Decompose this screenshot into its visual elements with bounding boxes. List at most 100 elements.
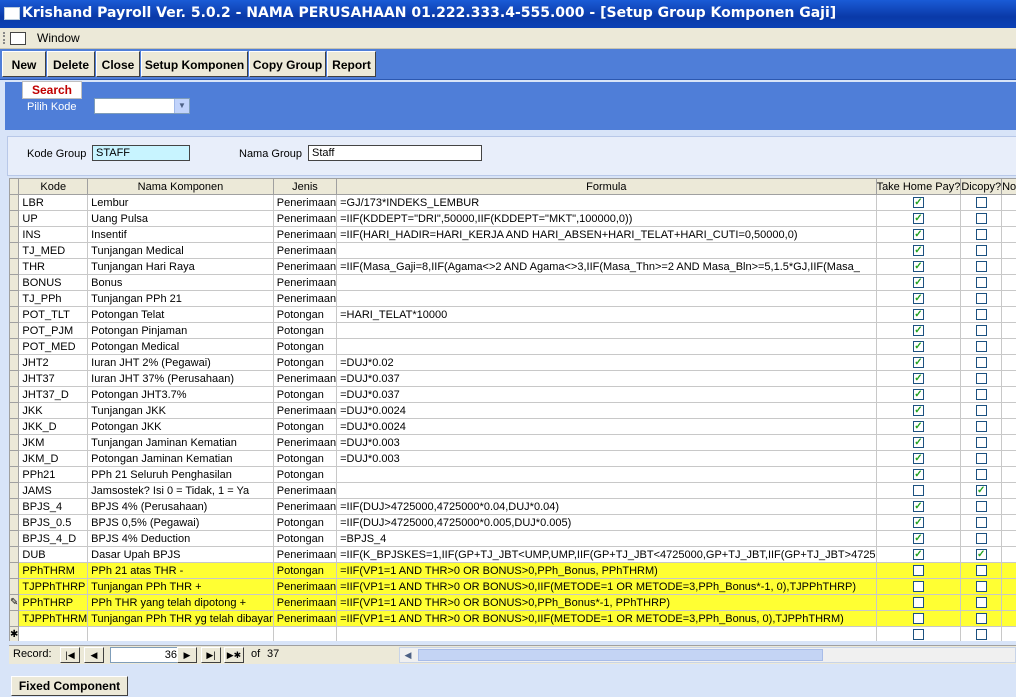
table-row[interactable]: UP Uang Pulsa Penerimaan =IIF(KDDEPT="DRI",… [9,210,1016,227]
cell-no-urut[interactable]: 180 [1001,290,1016,307]
cell-no-urut[interactable]: 290 [1001,466,1016,483]
cell-no-urut[interactable]: 210 [1001,338,1016,355]
table-row[interactable]: TJ_PPhTunjangan PPh 21Penerimaan ✓ 180 [9,290,1016,307]
row-selector-header[interactable] [9,178,20,195]
cell-formula[interactable]: =DUJ*0.0024 [336,418,877,435]
cell-no-urut[interactable]: 360 [1001,546,1016,563]
cell-no-urut[interactable]: 400 [1001,610,1016,627]
row-selector[interactable] [9,290,20,307]
cell-kode[interactable]: PPhTHRP [18,594,89,611]
dicopy-checkbox[interactable] [975,501,987,513]
cell-no-urut[interactable]: 380 [1001,578,1016,595]
dicopy-checkbox[interactable] [975,469,987,481]
dicopy-checkbox[interactable] [975,453,987,465]
cell-nama-komponen[interactable]: Potongan JHT3.7% [87,386,274,403]
cell-formula[interactable] [336,466,877,483]
scroll-thumb[interactable] [418,649,823,661]
cell-jenis[interactable]: Penerimaan [272,546,338,563]
table-row[interactable]: JHT2 Iuran JHT 2% (Pegawai) Potongan =DUJ*0… [9,354,1016,371]
cell-formula[interactable] [336,242,877,259]
last-record-icon[interactable]: ▶| [201,647,221,663]
cell-kode[interactable]: JKK [18,402,89,419]
cell-no-urut[interactable]: 230 [1001,370,1016,387]
cell-nama-komponen[interactable]: Tunjangan PPh THR yg telah dibayar [87,610,274,627]
cell-nama-komponen[interactable]: BPJS 4% (Perusahaan) [87,498,274,515]
cell-kode[interactable]: JKK_D [18,418,89,435]
take-home-pay-checkbox[interactable]: ✓ [912,197,924,209]
take-home-pay-checkbox[interactable] [912,613,924,625]
cell-jenis[interactable]: Potongan [272,338,338,355]
dicopy-checkbox[interactable] [975,421,987,433]
take-home-pay-checkbox[interactable]: ✓ [912,469,924,481]
take-home-pay-checkbox[interactable]: ✓ [912,213,924,225]
row-selector[interactable] [9,514,20,531]
new-row-cell[interactable] [336,626,877,641]
cell-formula[interactable] [336,290,877,307]
dicopy-checkbox[interactable] [975,213,987,225]
dicopy-checkbox[interactable] [975,581,987,593]
prev-record-icon[interactable]: ◀ [84,647,104,663]
cell-no-urut[interactable]: 320 [1001,482,1016,499]
cell-nama-komponen[interactable]: Dasar Upah BPJS [87,546,274,563]
new-row-cell[interactable] [87,626,274,641]
header-take-home-pay[interactable]: Take Home Pay? [875,178,962,195]
close-button[interactable]: Close [96,51,140,77]
cell-jenis[interactable]: Potongan [272,562,338,579]
cell-no-urut[interactable]: 140 [1001,226,1016,243]
cell-formula[interactable]: =IIF(VP1=1 AND THR>0 OR BONUS>0,PPh_Bonu… [336,562,877,579]
current-record-input[interactable]: 36 [110,647,182,663]
cell-nama-komponen[interactable]: PPh THR yang telah dipotong + [87,594,274,611]
cell-no-urut[interactable]: 190 [1001,306,1016,323]
table-row[interactable]: POT_PJMPotongan PinjamanPotongan ✓ 200 [9,322,1016,339]
table-row[interactable]: DUB Dasar Upah BPJS Penerimaan =IIF(K_BPJSK… [9,546,1016,563]
table-row[interactable]: THR Tunjangan Hari Raya Penerimaan =IIF(Mas… [9,258,1016,275]
cell-no-urut[interactable]: 160 [1001,258,1016,275]
cell-no-urut[interactable]: 170 [1001,274,1016,291]
take-home-pay-checkbox[interactable]: ✓ [912,453,924,465]
row-selector[interactable] [9,386,20,403]
toolbar-grip-icon[interactable] [3,32,7,44]
table-row[interactable]: JKM_D Potongan Jaminan Kematian Potongan =D… [9,450,1016,467]
header-dicopy[interactable]: Dicopy? [960,178,1003,195]
cell-formula[interactable]: =DUJ*0.037 [336,370,877,387]
cell-jenis[interactable]: Potongan [272,386,338,403]
cell-kode[interactable]: JHT2 [18,354,89,371]
cell-no-urut[interactable]: 120 [1001,194,1016,211]
take-home-pay-checkbox[interactable]: ✓ [912,245,924,257]
table-row[interactable]: PPhTHRM PPh 21 atas THR - Potongan =IIF(VP1… [9,562,1016,579]
cell-kode[interactable]: JKM [18,434,89,451]
row-selector[interactable] [9,226,20,243]
row-selector[interactable] [9,498,20,515]
cell-formula[interactable]: =HARI_TELAT*10000 [336,306,877,323]
row-selector[interactable] [9,450,20,467]
cell-kode[interactable]: INS [18,226,89,243]
dicopy-checkbox[interactable] [975,245,987,257]
new-button[interactable]: New [2,51,46,77]
row-selector[interactable] [9,338,20,355]
row-selector[interactable] [9,242,20,259]
cell-jenis[interactable]: Potongan [272,306,338,323]
cell-no-urut[interactable]: 280 [1001,450,1016,467]
table-row[interactable]: PPh21 PPh 21 Seluruh Penghasilan Potongan ✓… [9,466,1016,483]
table-row[interactable]: JHT37 Iuran JHT 37% (Perusahaan) Penerimaa… [9,370,1016,387]
cell-jenis[interactable]: Penerimaan [272,402,338,419]
table-row[interactable]: ✎ PPhTHRP PPh THR yang telah dipotong + Pen… [9,594,1016,611]
take-home-pay-checkbox[interactable] [912,565,924,577]
cell-nama-komponen[interactable]: Potongan Telat [87,306,274,323]
cell-jenis[interactable]: Potongan [272,466,338,483]
table-row[interactable]: TJ_MEDTunjangan MedicalPenerimaan ✓ 150 [9,242,1016,259]
cell-jenis[interactable]: Penerimaan [272,242,338,259]
cell-nama-komponen[interactable]: PPh 21 Seluruh Penghasilan [87,466,274,483]
first-record-icon[interactable]: |◀ [60,647,80,663]
row-selector[interactable] [9,418,20,435]
cell-jenis[interactable]: Penerimaan [272,594,338,611]
cell-no-urut[interactable]: 130 [1001,210,1016,227]
next-record-icon[interactable]: ▶ [177,647,197,663]
child-window-icon[interactable] [10,32,26,45]
dicopy-checkbox[interactable] [975,565,987,577]
cell-jenis[interactable]: Potongan [272,322,338,339]
dicopy-checkbox[interactable] [975,197,987,209]
dicopy-checkbox[interactable] [975,277,987,289]
row-selector[interactable] [9,610,20,627]
cell-kode[interactable]: POT_TLT [18,306,89,323]
